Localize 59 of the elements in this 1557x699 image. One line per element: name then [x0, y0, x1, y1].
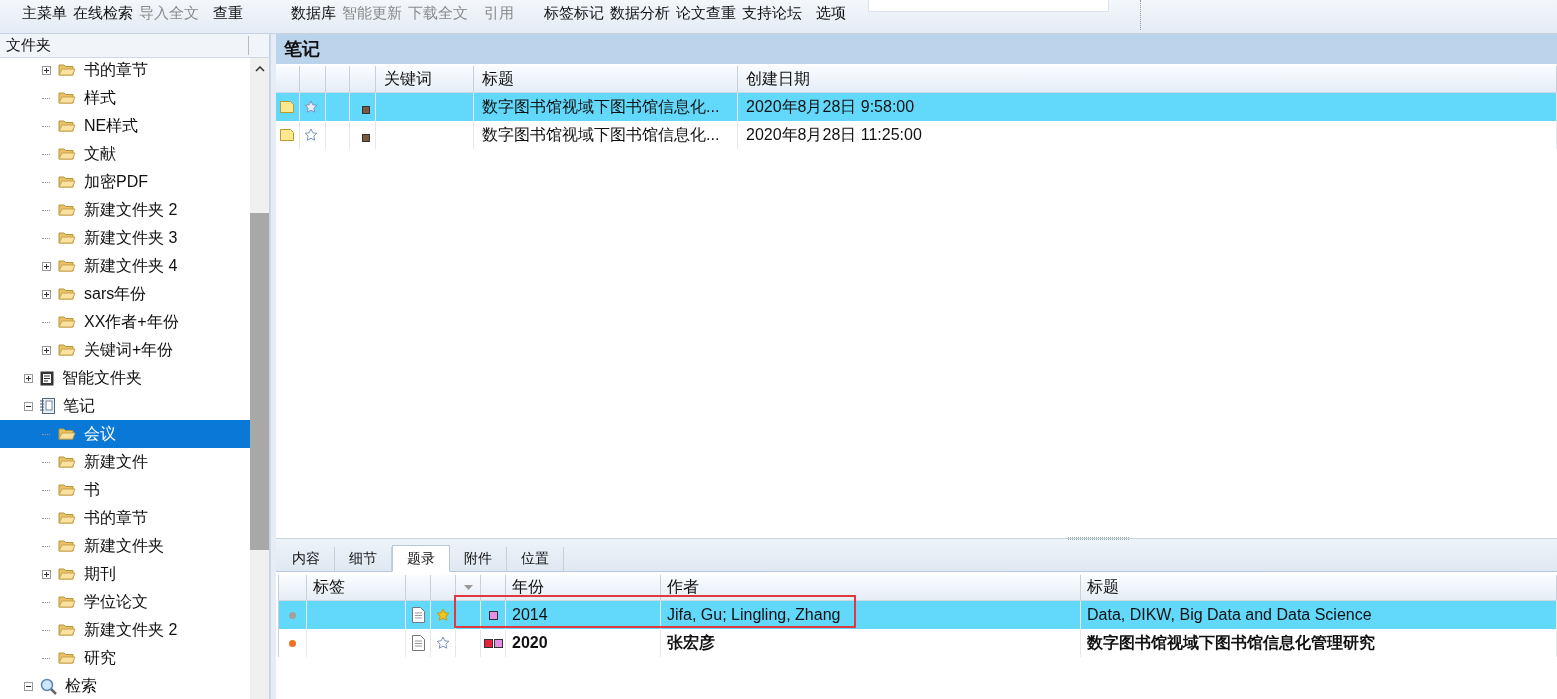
table-cell-text: 2020年8月28日 11:25:00: [745, 124, 922, 145]
tree-item[interactable]: 新建文件夹: [0, 532, 250, 560]
toolbar-button[interactable]: 数据库: [291, 4, 336, 23]
tree-item[interactable]: 样式: [0, 84, 250, 112]
panel-title: 文件夹: [6, 36, 249, 55]
tab[interactable]: 内容: [278, 547, 335, 571]
column-header[interactable]: 创建日期: [742, 68, 810, 90]
column-header[interactable]: 标签: [313, 577, 345, 598]
column-header[interactable]: 年份: [512, 577, 544, 598]
table-cell-text: 数字图书馆视域下图书馆信息化...: [481, 96, 720, 117]
table-row[interactable]: 数字图书馆视域下图书馆信息化... 2020年8月28日 11:25:00: [276, 121, 1557, 149]
tree-item[interactable]: 书的章节: [0, 504, 250, 532]
tree-item[interactable]: 智能文件夹: [0, 364, 250, 392]
tree-item[interactable]: 书的章节: [0, 56, 250, 84]
tree-item[interactable]: 新建文件: [0, 448, 250, 476]
tree-item[interactable]: sars年份: [0, 280, 250, 308]
tree-item[interactable]: 学位论文: [0, 588, 250, 616]
tree-item[interactable]: 期刊: [0, 560, 250, 588]
table-cell: Data, DIKW, Big Data and Data Science: [1087, 606, 1372, 624]
table-row[interactable]: 数字图书馆视域下图书馆信息化... 2020年8月28日 9:58:00: [276, 93, 1557, 121]
column-header[interactable]: 标题: [1087, 577, 1119, 598]
toolbar-button[interactable]: 在线检索: [73, 4, 133, 23]
tab[interactable]: 题录: [392, 545, 450, 572]
tree-item[interactable]: 新建文件夹 3: [0, 224, 250, 252]
tree-item[interactable]: NE样式: [0, 112, 250, 140]
tree-item[interactable]: 关键词+年份: [0, 336, 250, 364]
column-header[interactable]: 作者: [667, 577, 699, 598]
tree-item[interactable]: 书: [0, 476, 250, 504]
column-header[interactable]: 标题: [478, 68, 514, 90]
tree-item[interactable]: XX作者+年份: [0, 308, 250, 336]
toolbar-button[interactable]: 主菜单: [22, 4, 67, 23]
toolbar-button[interactable]: 数据分析: [610, 4, 670, 23]
table-row[interactable]: 2014 Jifa, Gu; Lingling, Zhang Data, DIKW, Big Data and Data Science: [279, 601, 1557, 629]
tree-item[interactable]: 新建文件夹 2: [0, 616, 250, 644]
panel-title: 笔记: [276, 34, 1557, 66]
tree-item[interactable]: 文献: [0, 140, 250, 168]
table-row[interactable]: 2020 张宏彦 数字图书馆视域下图书馆信息化管理研究: [279, 629, 1557, 657]
tab[interactable]: 位置: [507, 547, 564, 571]
tree-item[interactable]: 新建文件夹 4: [0, 252, 250, 280]
toolbar-button[interactable]: 支持论坛: [742, 4, 802, 23]
table-cell: 2014: [512, 606, 548, 624]
toolbar-button[interactable]: 查重: [213, 4, 243, 23]
toolbar-button[interactable]: 论文查重: [676, 4, 736, 23]
tab[interactable]: 附件: [450, 547, 507, 571]
table-cell-text: 张宏彦: [667, 632, 715, 653]
tree-item[interactable]: 新建文件夹 2: [0, 196, 250, 224]
table-cell: Jifa, Gu; Lingling, Zhang: [667, 606, 841, 624]
table-cell-text: 数字图书馆视域下图书馆信息化管理研究: [1087, 632, 1375, 653]
column-header[interactable]: 关键词: [380, 68, 432, 90]
tree-item[interactable]: 加密PDF: [0, 168, 250, 196]
toolbar-button[interactable]: 选项: [816, 4, 846, 23]
toolbar-button[interactable]: 标签标记: [544, 4, 604, 23]
tree-item[interactable]: 会议: [0, 420, 250, 448]
table-cell-text: 2020年8月28日 9:58:00: [745, 96, 915, 117]
table-cell: 2020: [512, 634, 548, 652]
table-cell-text: 数字图书馆视域下图书馆信息化...: [481, 124, 720, 145]
tree-item[interactable]: 研究: [0, 644, 250, 672]
tree-item[interactable]: 检索: [0, 672, 250, 699]
tree-item[interactable]: 笔记: [0, 392, 250, 420]
